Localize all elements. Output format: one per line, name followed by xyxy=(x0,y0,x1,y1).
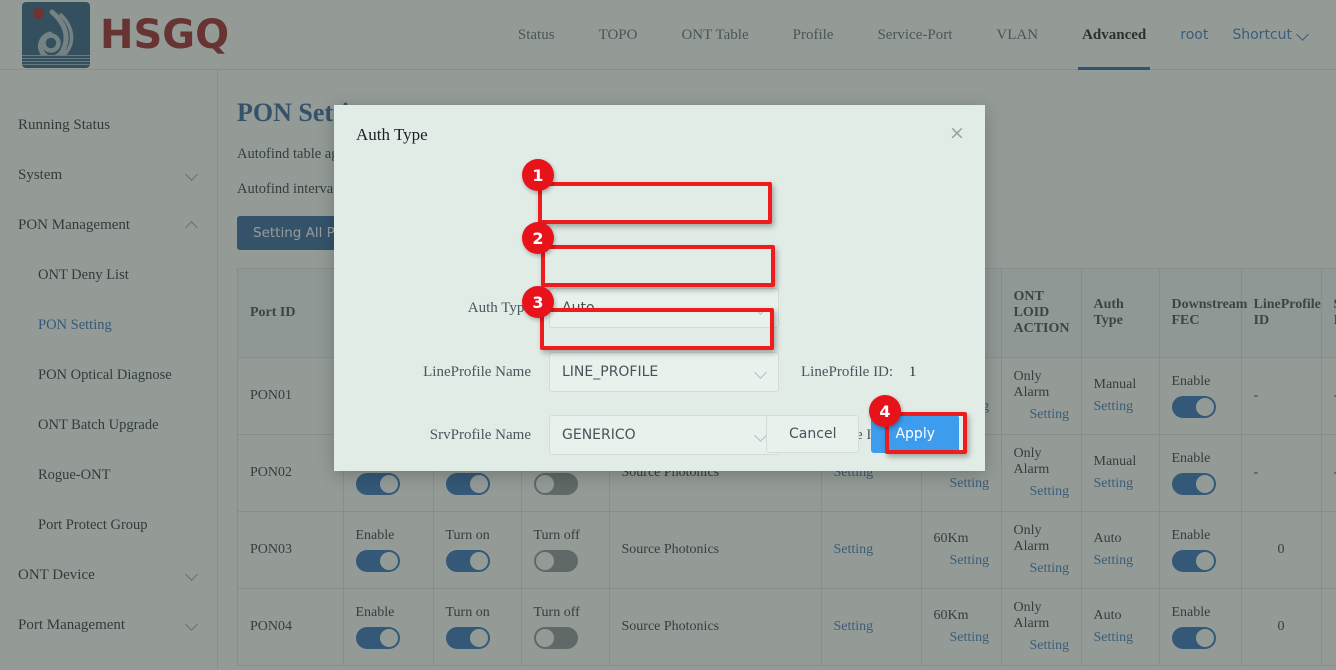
close-icon[interactable]: × xyxy=(947,123,967,143)
auth-type-select[interactable]: Auto xyxy=(549,288,779,328)
field-row-auth-type: Auth Type Auto xyxy=(334,286,985,330)
lineprofile-name-selected-value: LINE_PROFILE xyxy=(562,364,658,380)
lineprofile-name-select[interactable]: LINE_PROFILE xyxy=(549,352,779,392)
annotation-badge-3: 3 xyxy=(522,286,554,318)
chevron-down-icon xyxy=(756,368,766,378)
dialog-title: Auth Type xyxy=(356,125,428,145)
auth-type-label: Auth Type xyxy=(334,300,549,317)
lineprofile-id-label: LineProfile ID: xyxy=(801,364,893,380)
auth-type-selected-value: Auto xyxy=(562,300,595,316)
lineprofile-id-info: LineProfile ID: 1 xyxy=(801,364,916,381)
chevron-down-icon xyxy=(756,304,766,314)
cancel-button[interactable]: Cancel xyxy=(766,415,859,453)
annotation-badge-4: 4 xyxy=(869,395,901,427)
field-row-lineprofile-name: LineProfile Name LINE_PROFILE LineProfil… xyxy=(334,350,985,394)
lineprofile-name-label: LineProfile Name xyxy=(334,364,549,381)
lineprofile-id-value: 1 xyxy=(909,364,917,380)
annotation-badge-2: 2 xyxy=(522,222,554,254)
annotation-badge-1: 1 xyxy=(522,159,554,191)
